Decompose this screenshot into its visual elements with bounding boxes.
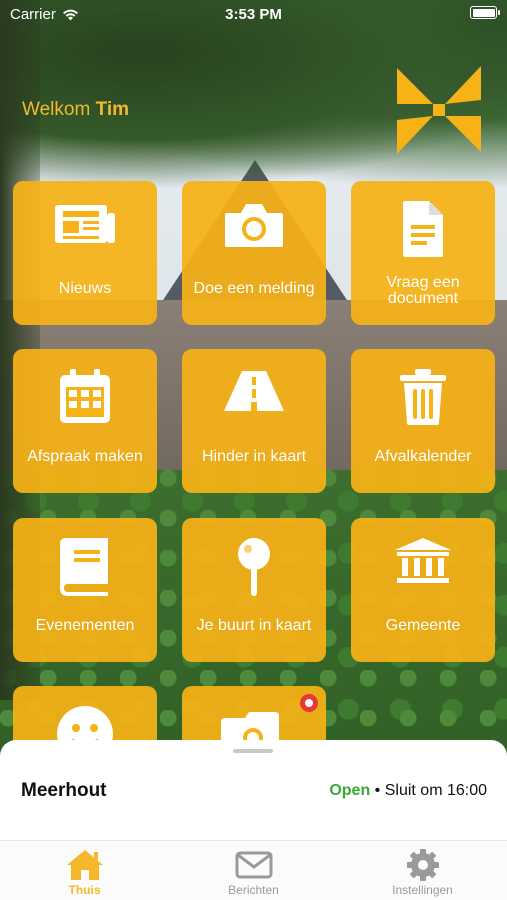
tab-bar: Thuis Berichten Instellingen [0, 840, 507, 900]
tile-nieuws[interactable]: Nieuws [13, 181, 157, 325]
tab-instellingen[interactable]: Instellingen [338, 847, 507, 900]
gear-icon [406, 849, 439, 881]
tile-label: Hinder in kaart [201, 448, 307, 465]
tile-je-buurt-in-kaart[interactable]: Je buurt in kaart [182, 518, 326, 662]
tab-label: Berichten [228, 883, 279, 897]
closing-time: • Sluit om 16:00 [374, 782, 487, 799]
municipality-logo-icon [397, 66, 481, 154]
road-icon [224, 371, 284, 411]
home-icon [66, 850, 103, 880]
tile-label: Afvalkalender [374, 448, 472, 465]
document-icon [403, 201, 443, 257]
opening-hours: Open • Sluit om 16:00 [329, 782, 487, 800]
calendar-icon [60, 369, 110, 423]
battery-icon [470, 6, 500, 19]
tile-label: Nieuws [58, 280, 112, 297]
camera-icon [225, 204, 283, 247]
welcome-name: Tim [95, 99, 129, 120]
tile-evenementen[interactable]: Evenementen [13, 518, 157, 662]
location-name: Meerhout [21, 780, 107, 801]
new-badge-icon [300, 694, 318, 712]
welcome-text: Welkom Tim [22, 99, 129, 121]
tile-label: Gemeente [385, 617, 461, 634]
tab-berichten[interactable]: Berichten [169, 847, 338, 900]
tile-vraag-een-document[interactable]: Vraag een document [351, 181, 495, 325]
tab-thuis[interactable]: Thuis [0, 847, 169, 900]
tab-label: Thuis [68, 883, 101, 897]
newspaper-icon [55, 205, 115, 243]
welcome-greeting: Welkom [22, 99, 91, 120]
drag-handle[interactable] [233, 749, 273, 753]
book-icon [60, 538, 108, 596]
tile-label: Afspraak maken [27, 448, 143, 465]
tile-gemeente[interactable]: Gemeente [351, 518, 495, 662]
tile-label: Vraag een document [386, 274, 460, 307]
clock: 3:53 PM [225, 6, 282, 23]
tile-label: Doe een melding [193, 280, 315, 297]
mail-icon [235, 851, 272, 879]
map-pin-icon [238, 538, 270, 596]
tile-label: Evenementen [35, 617, 135, 634]
status-bar: Carrier 3:53 PM [0, 0, 507, 28]
tile-hinder-in-kaart[interactable]: Hinder in kaart [182, 349, 326, 493]
location-info-sheet[interactable]: Meerhout Open • Sluit om 16:00 [0, 740, 507, 840]
tile-afvalkalender[interactable]: Afvalkalender [351, 349, 495, 493]
town-hall-icon [395, 538, 451, 583]
tile-afspraak-maken[interactable]: Afspraak maken [13, 349, 157, 493]
open-status: Open [329, 782, 371, 799]
tab-label: Instellingen [392, 883, 453, 897]
tile-label: Je buurt in kaart [196, 617, 312, 634]
trash-icon [400, 369, 446, 425]
tile-doe-een-melding[interactable]: Doe een melding [182, 181, 326, 325]
